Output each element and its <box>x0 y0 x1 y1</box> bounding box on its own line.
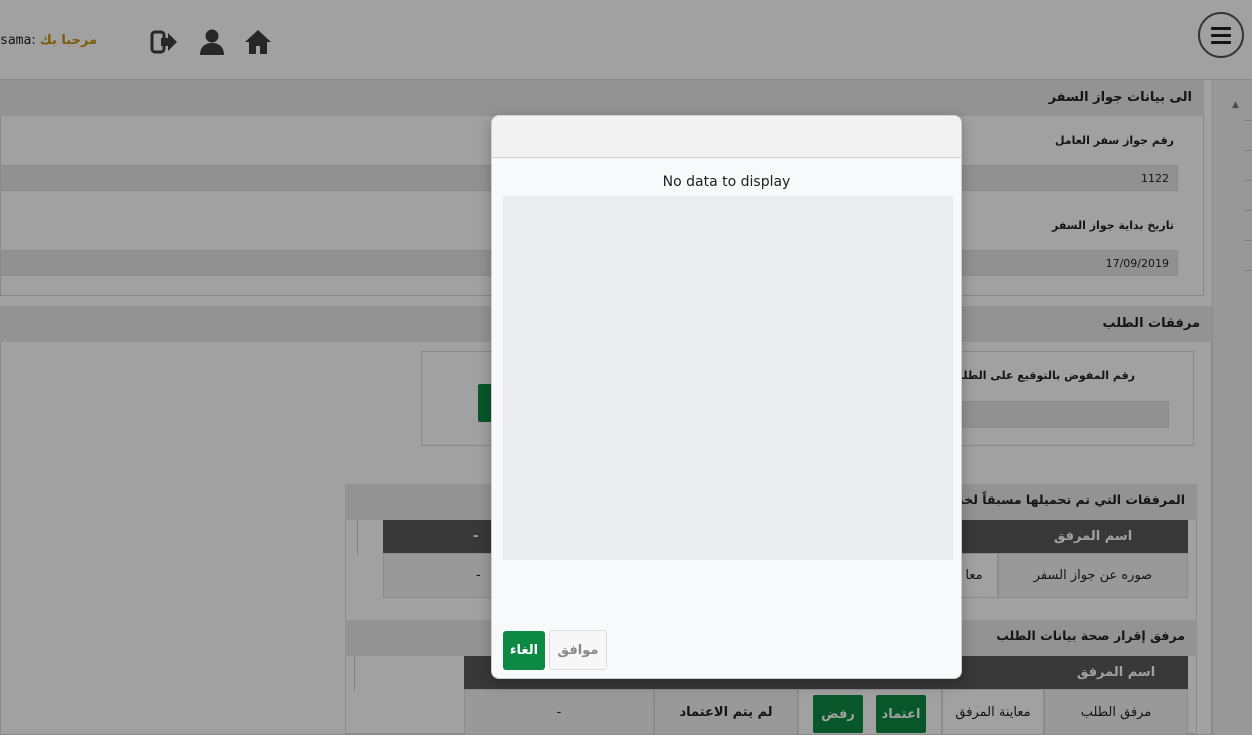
modal-header <box>492 116 961 158</box>
no-data-message: No data to display <box>662 174 791 190</box>
ok-button[interactable]: موافق <box>549 630 607 670</box>
attachment-preview-modal: No data to display الغاء موافق <box>491 115 962 679</box>
document-viewer[interactable] <box>503 196 953 560</box>
cancel-button[interactable]: الغاء <box>503 631 545 670</box>
